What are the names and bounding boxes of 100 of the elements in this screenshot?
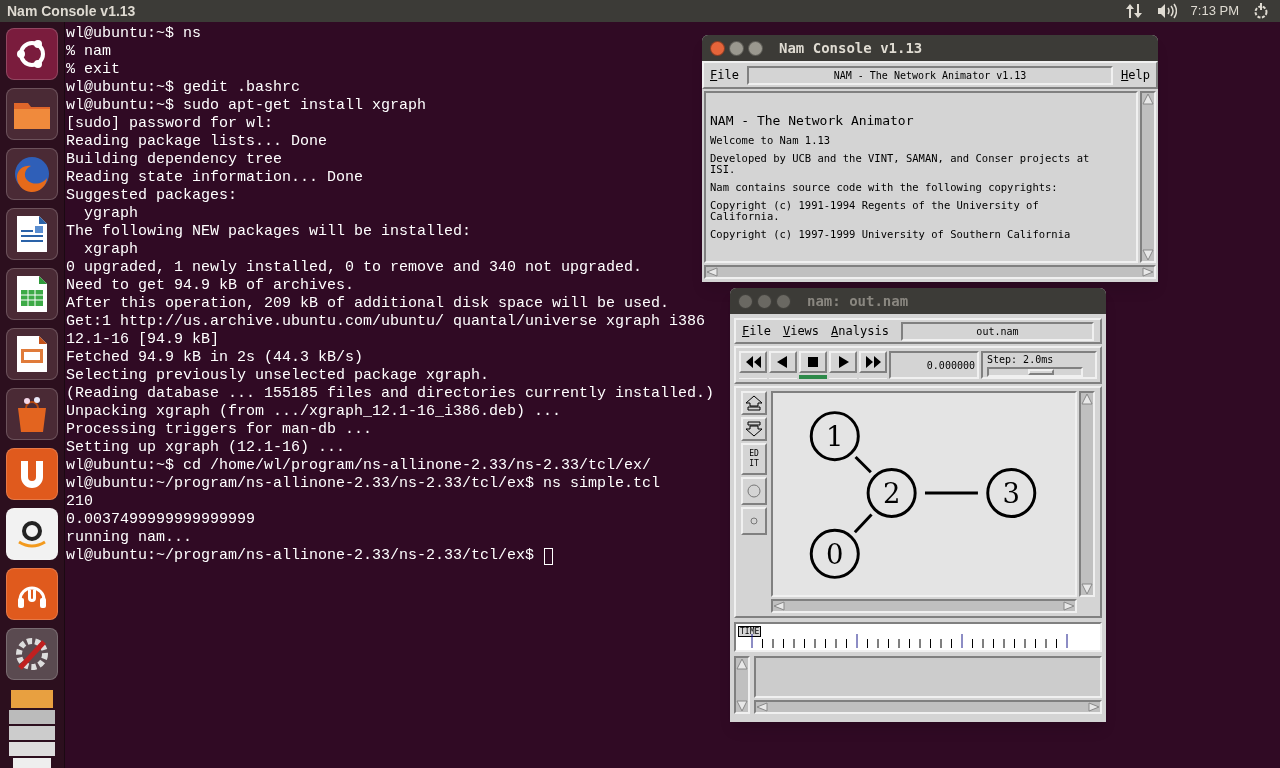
terminal-line: Reading package lists... Done [66,133,328,151]
left-arrow-icon[interactable] [773,601,785,611]
menu-item[interactable]: Analysis [831,322,889,340]
power-icon[interactable] [1253,3,1269,19]
document-icon [15,214,49,254]
network-node[interactable]: 3 [986,468,1037,518]
terminal-line: wl@ubuntu:~$ sudo apt-get install xgraph [66,97,427,115]
menu-item[interactable]: File [710,66,739,84]
terminal-line: Fetched 94.9 kB in 2s (44.3 kB/s) [66,349,364,367]
title-field: NAM - The Network Animator v1.13 [746,65,1114,85]
terminal-line: ygraph [83,205,138,223]
horizontal-scrollbar[interactable] [771,599,1077,613]
playback-button[interactable] [769,351,797,374]
time-display: 0.000000 [889,351,979,379]
step-slider[interactable] [987,367,1083,377]
network-icon[interactable] [1124,3,1143,19]
terminal-line: (Reading database ... 155185 files and directories currently installed.) [66,385,715,403]
terminal-line: The following NEW packages will be installed: [66,223,472,241]
node-size-button[interactable] [741,477,767,505]
terminal-line: wl@ubuntu:~/program/ns-allinone-2.33/ns-2.33/tcl/ex$ ns simple.tcl [66,475,661,493]
step-label: Step: 2.0ms [987,353,1055,367]
launcher-item[interactable] [6,268,58,320]
minimize-button[interactable] [729,40,744,56]
up-arrow-icon[interactable] [736,658,748,670]
minimize-button[interactable] [757,293,772,309]
down-arrow-icon[interactable] [1142,249,1154,261]
down-arrow-icon[interactable] [1081,583,1093,595]
edit-button[interactable]: EDIT [741,443,767,475]
terminal-line: wl@ubuntu:~$ ns [66,25,202,43]
network-node[interactable]: 0 [809,528,860,579]
about-text: Copyright (c) 1997-1999 University of Southern California [710,229,1072,240]
clock[interactable]: 7:13 PM [1190,1,1239,21]
terminal-line: After this operation, 209 kB of additional disk space will be used. [66,295,670,313]
playback-button[interactable] [799,351,827,374]
right-arrow-icon[interactable] [1063,601,1075,611]
about-text: Copyright (c) 1991-1994 Regents of the University of California. [710,200,1040,222]
menu-item[interactable]: File [742,322,771,340]
launcher-item[interactable] [6,628,58,680]
terminal-line: Reading state information... Done [66,169,364,187]
up-arrow-icon[interactable] [1081,393,1093,405]
terminal-line: Selecting previously unselected package xgraph. [66,367,490,385]
launcher-item[interactable] [6,448,58,500]
right-arrow-icon[interactable] [1142,267,1154,277]
playback-button[interactable] [739,351,767,374]
menu-item[interactable]: Views [782,322,820,340]
left-arrow-icon[interactable] [706,267,718,277]
vertical-scrollbar[interactable] [1079,391,1095,597]
terminal-line: wl@ubuntu:~$ gedit .bashrc [66,79,301,97]
network-node[interactable]: 2 [866,468,917,518]
menu-item[interactable]: Help [1121,66,1150,84]
about-heading: NAM - The Network Animator [710,113,915,129]
link-line [854,455,872,474]
close-button[interactable] [738,293,753,309]
terminal-line: Get:1 http://us.archive.ubuntu.com/ubuntu/ quantal/universe xgraph i386 [66,313,706,331]
zoom-out-button[interactable] [741,417,767,441]
slider-thumb[interactable] [1027,369,1054,375]
vertical-scrollbar[interactable] [734,656,750,714]
terminal-line: Need to get 94.9 kB of archives. [66,277,355,295]
close-button[interactable] [710,40,725,56]
terminal-line: % exit [66,61,120,79]
vertical-scrollbar[interactable] [1140,91,1156,263]
playback-button[interactable] [829,351,857,374]
network-node[interactable]: 1 [809,411,860,462]
browser-globe-icon [12,154,52,194]
terminal-line: Building dependency tree [66,151,283,169]
circle-icon [747,484,761,498]
left-arrow-icon[interactable] [756,702,768,712]
launcher-item[interactable] [6,328,58,380]
link-line [925,491,978,495]
terminal-line: Unpacking xgraph (from .../xgraph_12.1-16_i386.deb) ... [66,403,562,421]
playback-button[interactable] [859,351,887,374]
down-arrow-box-icon [745,421,763,437]
dash-button[interactable] [6,28,58,80]
spreadsheet-icon [15,274,49,314]
node-size-button[interactable] [741,507,767,535]
down-arrow-icon[interactable] [736,700,748,712]
window-title: nam: out.nam [807,291,909,311]
time-label: TIME [738,626,762,637]
terminal-line: 12.1-16 [94.9 kB] [66,331,220,349]
maximize-button[interactable] [748,40,763,56]
about-text: Nam contains source code with the following copyrights: [710,182,1059,193]
launcher-item[interactable] [6,208,58,260]
about-text: Welcome to Nam 1.13 [710,135,832,146]
terminal-line: wl@ubuntu:~/program/ns-allinone-2.33/ns-2.33/tcl/ex$ [66,547,536,565]
window-title: Nam Console v1.13 [779,38,923,58]
about-text: Developed by UCB and the VINT, SAMAN, and Conser projects at ISI. [710,153,1091,175]
up-arrow-icon[interactable] [1142,93,1154,105]
maximize-button[interactable] [776,293,791,309]
terminal-line: Processing triggers for man-db ... [66,421,373,439]
volume-icon[interactable] [1156,3,1177,19]
horizontal-scrollbar[interactable] [754,700,1102,714]
horizontal-scrollbar[interactable] [704,265,1156,279]
right-arrow-icon[interactable] [1088,702,1100,712]
presentation-icon [15,334,49,374]
zoom-in-button[interactable] [741,391,767,415]
launcher-item[interactable] [6,568,58,620]
terminal-line: wl@ubuntu:~$ cd /home/wl/program/ns-allinone-2.33/ns-2.33/tcl/ex/ [66,457,652,475]
launcher-item[interactable] [6,508,58,560]
up-arrow-box-icon [745,395,763,411]
terminal-line: 210 [66,493,93,511]
